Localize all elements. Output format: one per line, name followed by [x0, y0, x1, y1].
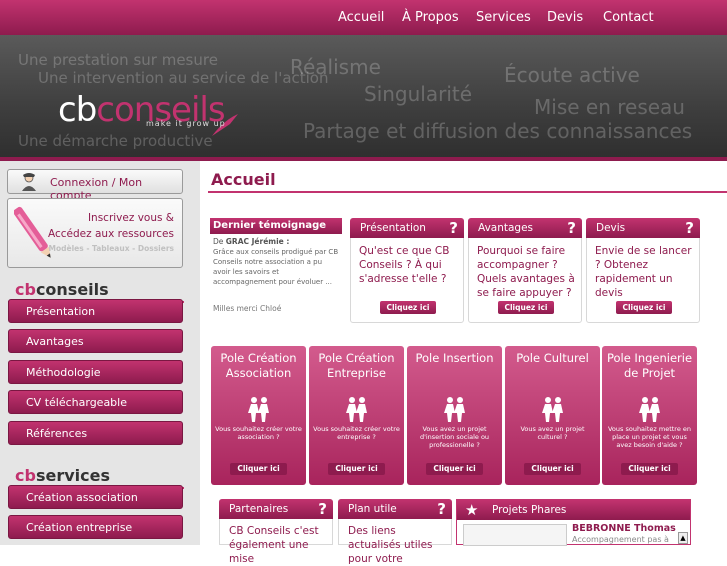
- sidebar-item-creation-entreprise[interactable]: Création entreprise: [8, 515, 183, 539]
- people-icon: [542, 397, 563, 422]
- card-body[interactable]: CB Conseils c'est également une mise: [229, 524, 329, 566]
- banner-tagline: Une prestation sur mesure: [18, 51, 218, 69]
- banner-keyword: Réalisme: [290, 55, 381, 79]
- nav-contact[interactable]: Contact: [603, 10, 654, 25]
- card-header: Partenaires ?: [219, 499, 333, 519]
- card-cta-button[interactable]: Cliquez ici: [616, 301, 672, 314]
- help-icon[interactable]: ?: [437, 500, 446, 518]
- register-box[interactable]: Inscrivez vous & Accédez aux ressources …: [7, 198, 183, 268]
- card-body[interactable]: Envie de se lancer ? Obtenez rapidement …: [595, 244, 695, 300]
- projets-header: ★ Projets Phares: [457, 500, 690, 520]
- sidebar-item-presentation[interactable]: Présentation: [8, 299, 183, 323]
- card-cta-button[interactable]: Cliquez ici: [498, 301, 554, 314]
- people-icon: [346, 397, 367, 422]
- nav-services[interactable]: Services: [476, 10, 531, 25]
- projets-phares-panel: ★ Projets Phares BEBRONNE Thomas Accompa…: [456, 499, 691, 546]
- sidebar-item-creation-association[interactable]: Création association: [8, 485, 183, 509]
- help-icon[interactable]: ?: [685, 219, 694, 237]
- nav-devis[interactable]: Devis: [547, 10, 583, 25]
- sidebar-item-cv[interactable]: CV téléchargeable: [8, 390, 183, 414]
- title-divider: [208, 191, 727, 193]
- card-devis: Devis ? Envie de se lancer ? Obtenez rap…: [586, 218, 700, 323]
- pole-culturel[interactable]: Pole Culturel Vous avez un projet cultur…: [505, 346, 600, 485]
- testimonial-signature: Milles merci Chloé: [213, 304, 282, 313]
- card-partenaires: Partenaires ? CB Conseils c'est égalemen…: [219, 499, 333, 565]
- header-banner: Une prestation sur mesure Une interventi…: [0, 35, 727, 157]
- register-line1: Inscrivez vous &: [87, 212, 174, 224]
- testimonial-text: Grâce aux conseils prodigué par CB Conse…: [213, 248, 339, 286]
- sidebar-item-avantages[interactable]: Avantages: [8, 329, 183, 353]
- star-icon: ★: [465, 501, 479, 519]
- card-header: Présentation ?: [350, 218, 464, 238]
- top-navigation: Accueil À Propos Services Devis Contact: [0, 0, 727, 35]
- card-body[interactable]: Qu'est ce que CB Conseils ? À qui s'adre…: [359, 244, 459, 286]
- logo-slogan: make it grow up: [146, 119, 226, 128]
- card-header: Avantages ?: [468, 218, 582, 238]
- card-header: Devis ?: [586, 218, 700, 238]
- card-cta-button[interactable]: Cliquez ici: [380, 301, 436, 314]
- banner-keyword: Singularité: [364, 82, 473, 106]
- nav-accueil[interactable]: Accueil: [338, 10, 384, 25]
- help-icon[interactable]: ?: [318, 500, 327, 518]
- help-icon[interactable]: ?: [567, 219, 576, 237]
- banner-keyword: Mise en reseau: [534, 95, 685, 119]
- banner-tagline: Une démarche productive: [18, 132, 213, 150]
- pole-cta-button[interactable]: Cliquer ici: [328, 463, 385, 475]
- scroll-up-arrow-icon[interactable]: ▲: [678, 532, 688, 544]
- pole-insertion[interactable]: Pole Insertion Vous avez un projet d'ins…: [407, 346, 502, 485]
- card-presentation: Présentation ? Qu'est ce que CB Conseils…: [350, 218, 464, 323]
- sidebar-item-methodologie[interactable]: Méthodologie: [8, 360, 183, 384]
- banner-keyword: Partage et diffusion des connaissances: [303, 119, 693, 143]
- register-line3: Modèles - Tableaux - Dossiers: [48, 244, 174, 253]
- register-line2: Accédez aux ressources: [48, 228, 174, 240]
- project-name[interactable]: BEBRONNE Thomas: [572, 523, 676, 534]
- help-icon[interactable]: ?: [449, 219, 458, 237]
- project-thumbnail[interactable]: [463, 524, 567, 546]
- card-avantages: Avantages ? Pourquoi se faire accompagne…: [468, 218, 582, 323]
- testimonial-panel: Dernier témoignage De GRAC Jérémie : Grâ…: [210, 218, 342, 336]
- people-icon: [444, 397, 465, 422]
- pole-creation-entreprise[interactable]: Pole Création Entreprise Vous souhaitez …: [309, 346, 404, 485]
- pole-cta-button[interactable]: Cliquer ici: [621, 463, 678, 475]
- card-body[interactable]: Pourquoi se faire accompagner ? Quels av…: [477, 244, 577, 300]
- testimonial-author: GRAC Jérémie :: [225, 237, 290, 246]
- sidebar-item-references[interactable]: Références: [8, 421, 183, 445]
- testimonial-author-line: De GRAC Jérémie :: [213, 237, 290, 246]
- card-plan-utile: Plan utile ? Des liens actualisés utiles…: [338, 499, 452, 565]
- pole-ingenierie-projet[interactable]: Pole Ingenierie de Projet Vous souhaitez…: [602, 346, 697, 485]
- card-body[interactable]: Des liens actualisés utiles pour votre: [348, 524, 448, 566]
- pole-cta-button[interactable]: Cliquer ici: [230, 463, 287, 475]
- nav-a-propos[interactable]: À Propos: [402, 10, 459, 25]
- login-button[interactable]: Connexion / Mon compte: [7, 169, 183, 202]
- page-title: Accueil: [211, 170, 276, 189]
- pole-cta-button[interactable]: Cliquer ici: [426, 463, 483, 475]
- pole-cta-button[interactable]: Cliquer ici: [524, 463, 581, 475]
- people-icon: [248, 397, 269, 422]
- section-cbservices-title: cbservices: [8, 466, 184, 489]
- testimonial-heading: Dernier témoignage: [210, 218, 342, 234]
- banner-keyword: Écoute active: [504, 63, 640, 87]
- banner-tagline: Une intervention au service de l'action: [38, 69, 329, 87]
- project-subtitle: Accompagnement pas à: [572, 535, 669, 544]
- section-cbconseils-title: cbconseils: [8, 280, 184, 303]
- card-header: Plan utile ?: [338, 499, 452, 519]
- pole-creation-association[interactable]: Pole Création Association Vous souhaitez…: [211, 346, 306, 485]
- people-icon: [639, 397, 660, 422]
- user-avatar-icon: [22, 173, 36, 191]
